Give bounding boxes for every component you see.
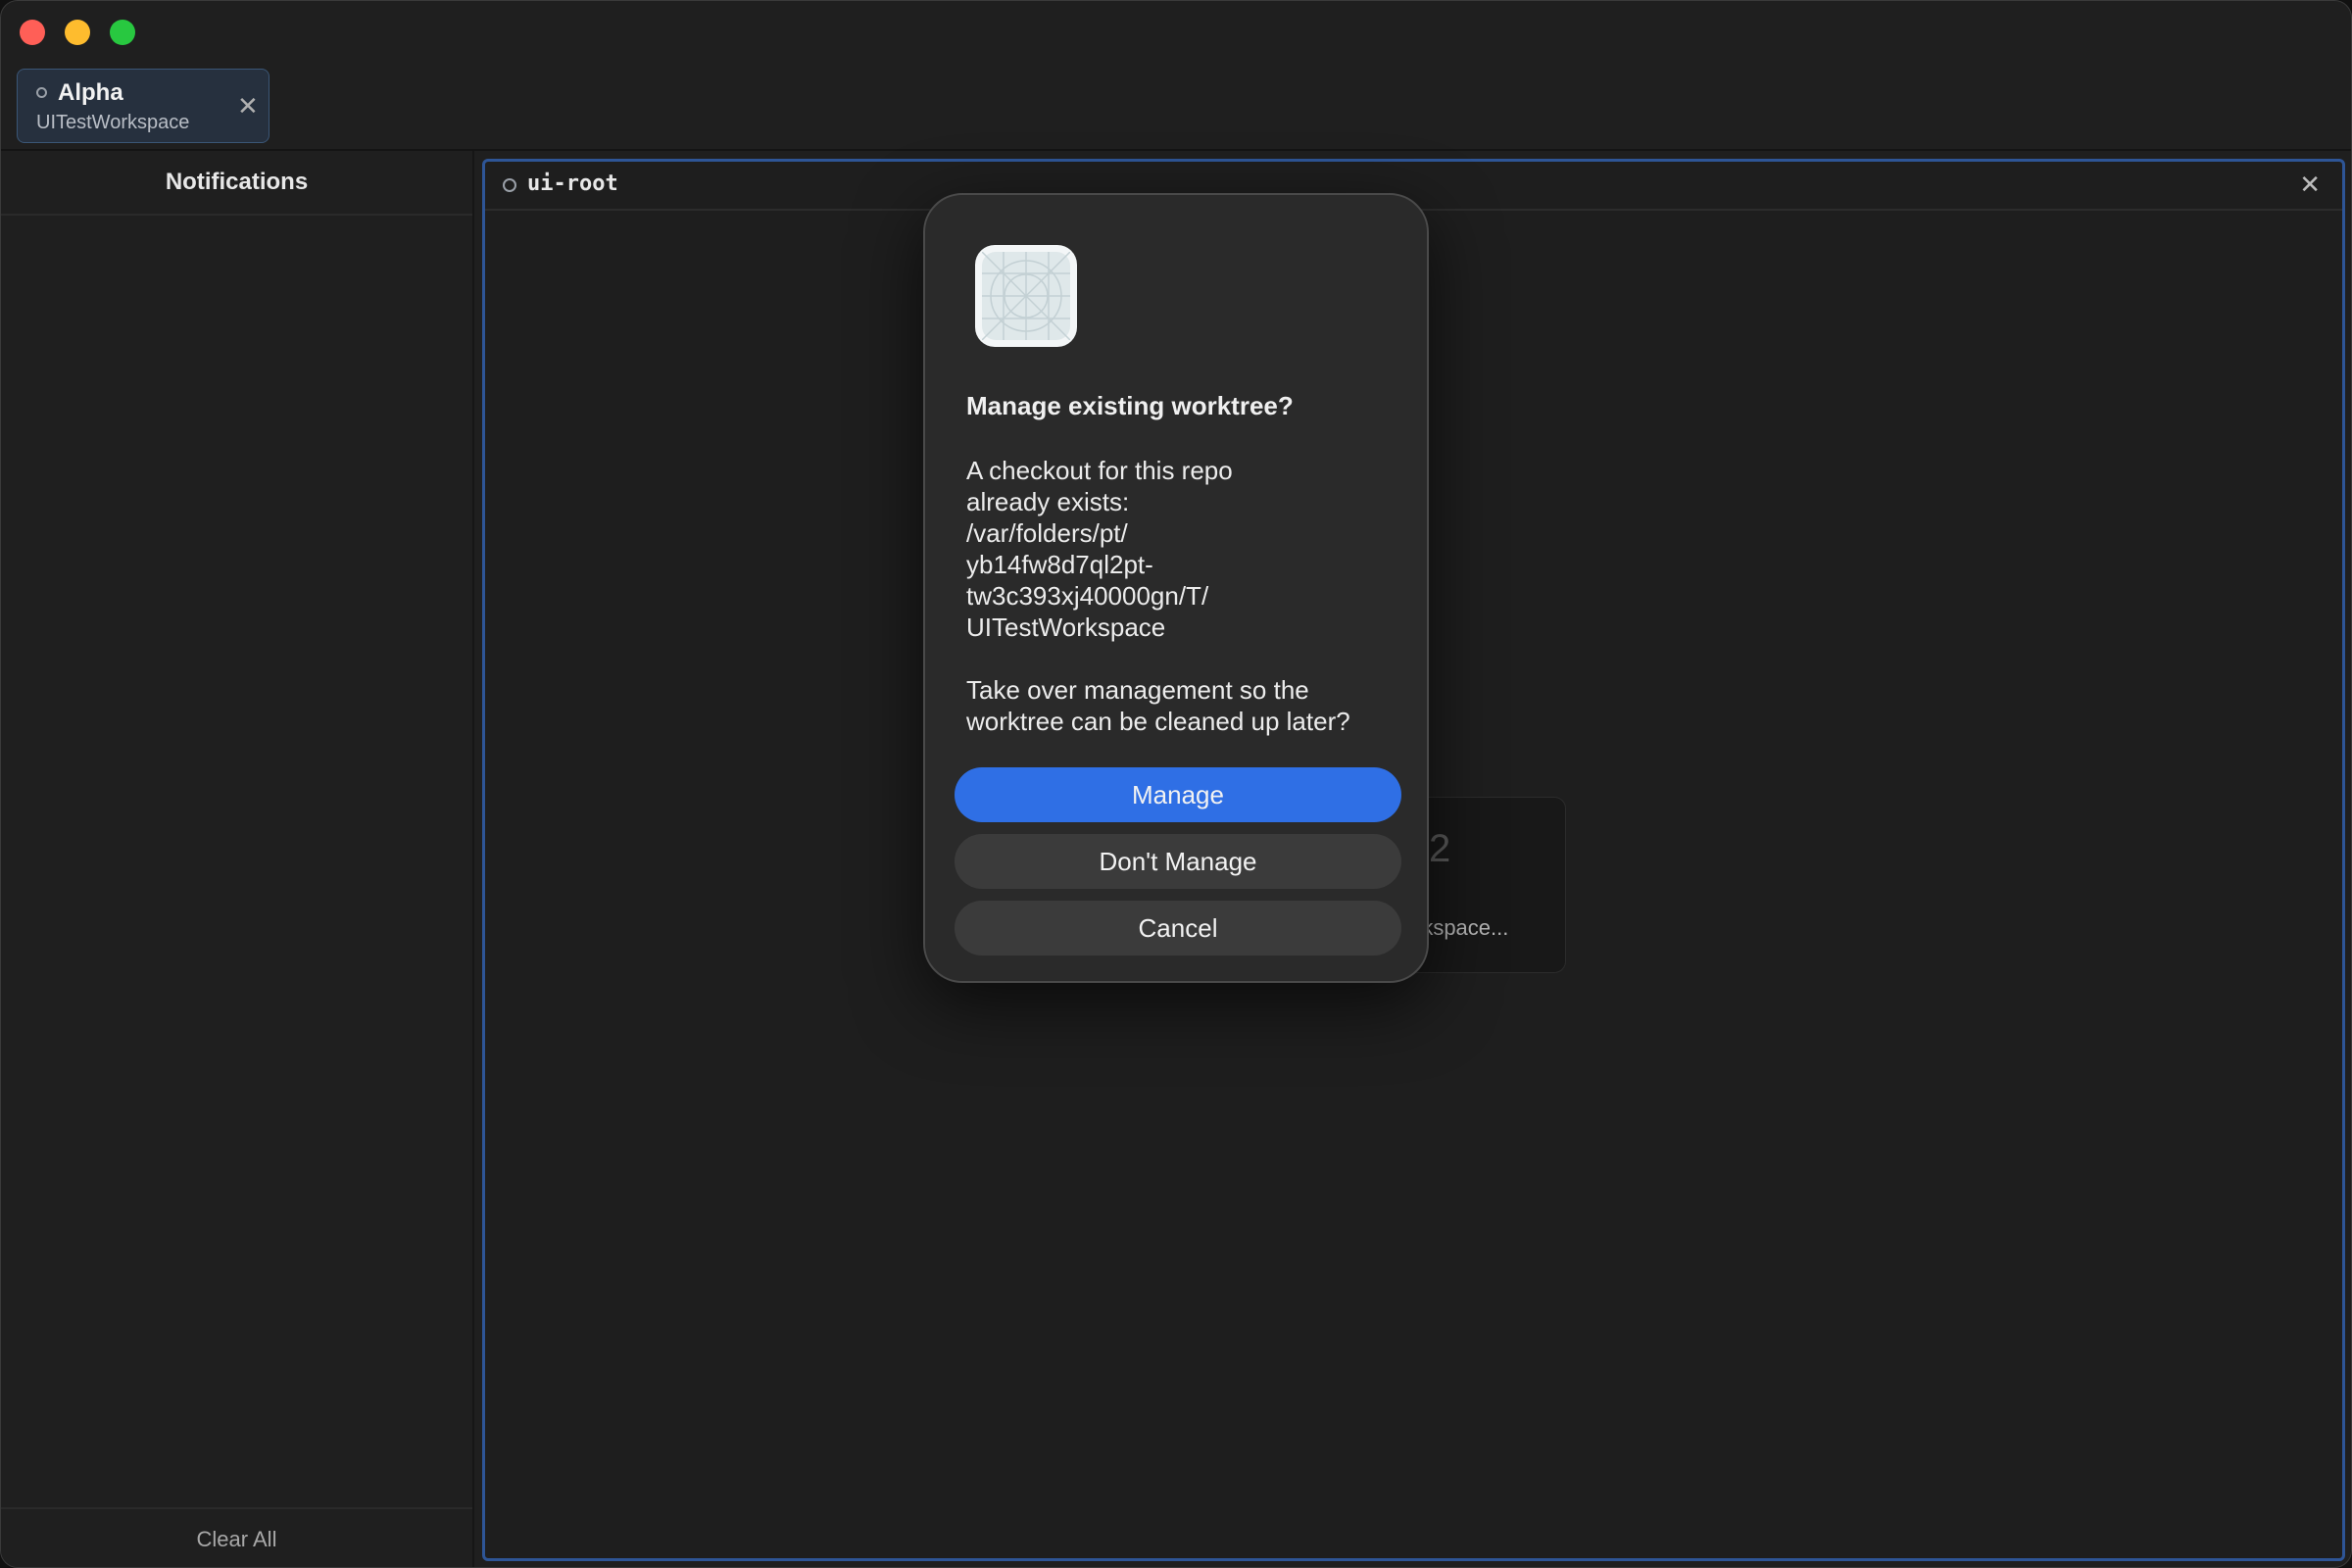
workspace-tab-subtitle: UITestWorkspace bbox=[36, 112, 190, 133]
window-minimize-button[interactable] bbox=[65, 20, 90, 45]
clear-all-button[interactable]: Clear All bbox=[1, 1527, 472, 1552]
app-window: Alpha UITestWorkspace ✕ Notifications Cl… bbox=[0, 0, 2352, 1568]
manage-worktree-dialog: Manage existing worktree? A checkout for… bbox=[923, 193, 1429, 983]
dialog-title: Manage existing worktree? bbox=[966, 391, 1294, 420]
pane-status-circle-icon bbox=[503, 178, 516, 192]
workspace-tab-title: Alpha bbox=[58, 79, 123, 106]
sidebar-footer: Clear All bbox=[1, 1507, 472, 1567]
pane-title: ui-root bbox=[527, 172, 618, 196]
status-circle-icon bbox=[36, 87, 47, 98]
sidebar-header: Notifications bbox=[1, 151, 472, 216]
window-maximize-button[interactable] bbox=[110, 20, 135, 45]
cancel-button[interactable]: Cancel bbox=[955, 901, 1401, 956]
dialog-message: A checkout for this repo already exists:… bbox=[966, 456, 1350, 736]
workspace-tab[interactable]: Alpha UITestWorkspace ✕ bbox=[17, 69, 270, 143]
pane-close-icon[interactable]: ✕ bbox=[2299, 170, 2321, 200]
window-close-button[interactable] bbox=[20, 20, 45, 45]
app-placeholder-icon bbox=[975, 245, 1077, 347]
dont-manage-button[interactable]: Don't Manage bbox=[955, 834, 1401, 889]
notifications-sidebar: Notifications Clear All bbox=[1, 151, 474, 1567]
sidebar-title: Notifications bbox=[165, 169, 309, 195]
background-card-glyph: 2 bbox=[1429, 827, 1451, 870]
workspace-tab-close-icon[interactable]: ✕ bbox=[237, 93, 259, 119]
background-card-text: rkspace... bbox=[1415, 915, 1509, 940]
manage-button[interactable]: Manage bbox=[955, 767, 1401, 822]
